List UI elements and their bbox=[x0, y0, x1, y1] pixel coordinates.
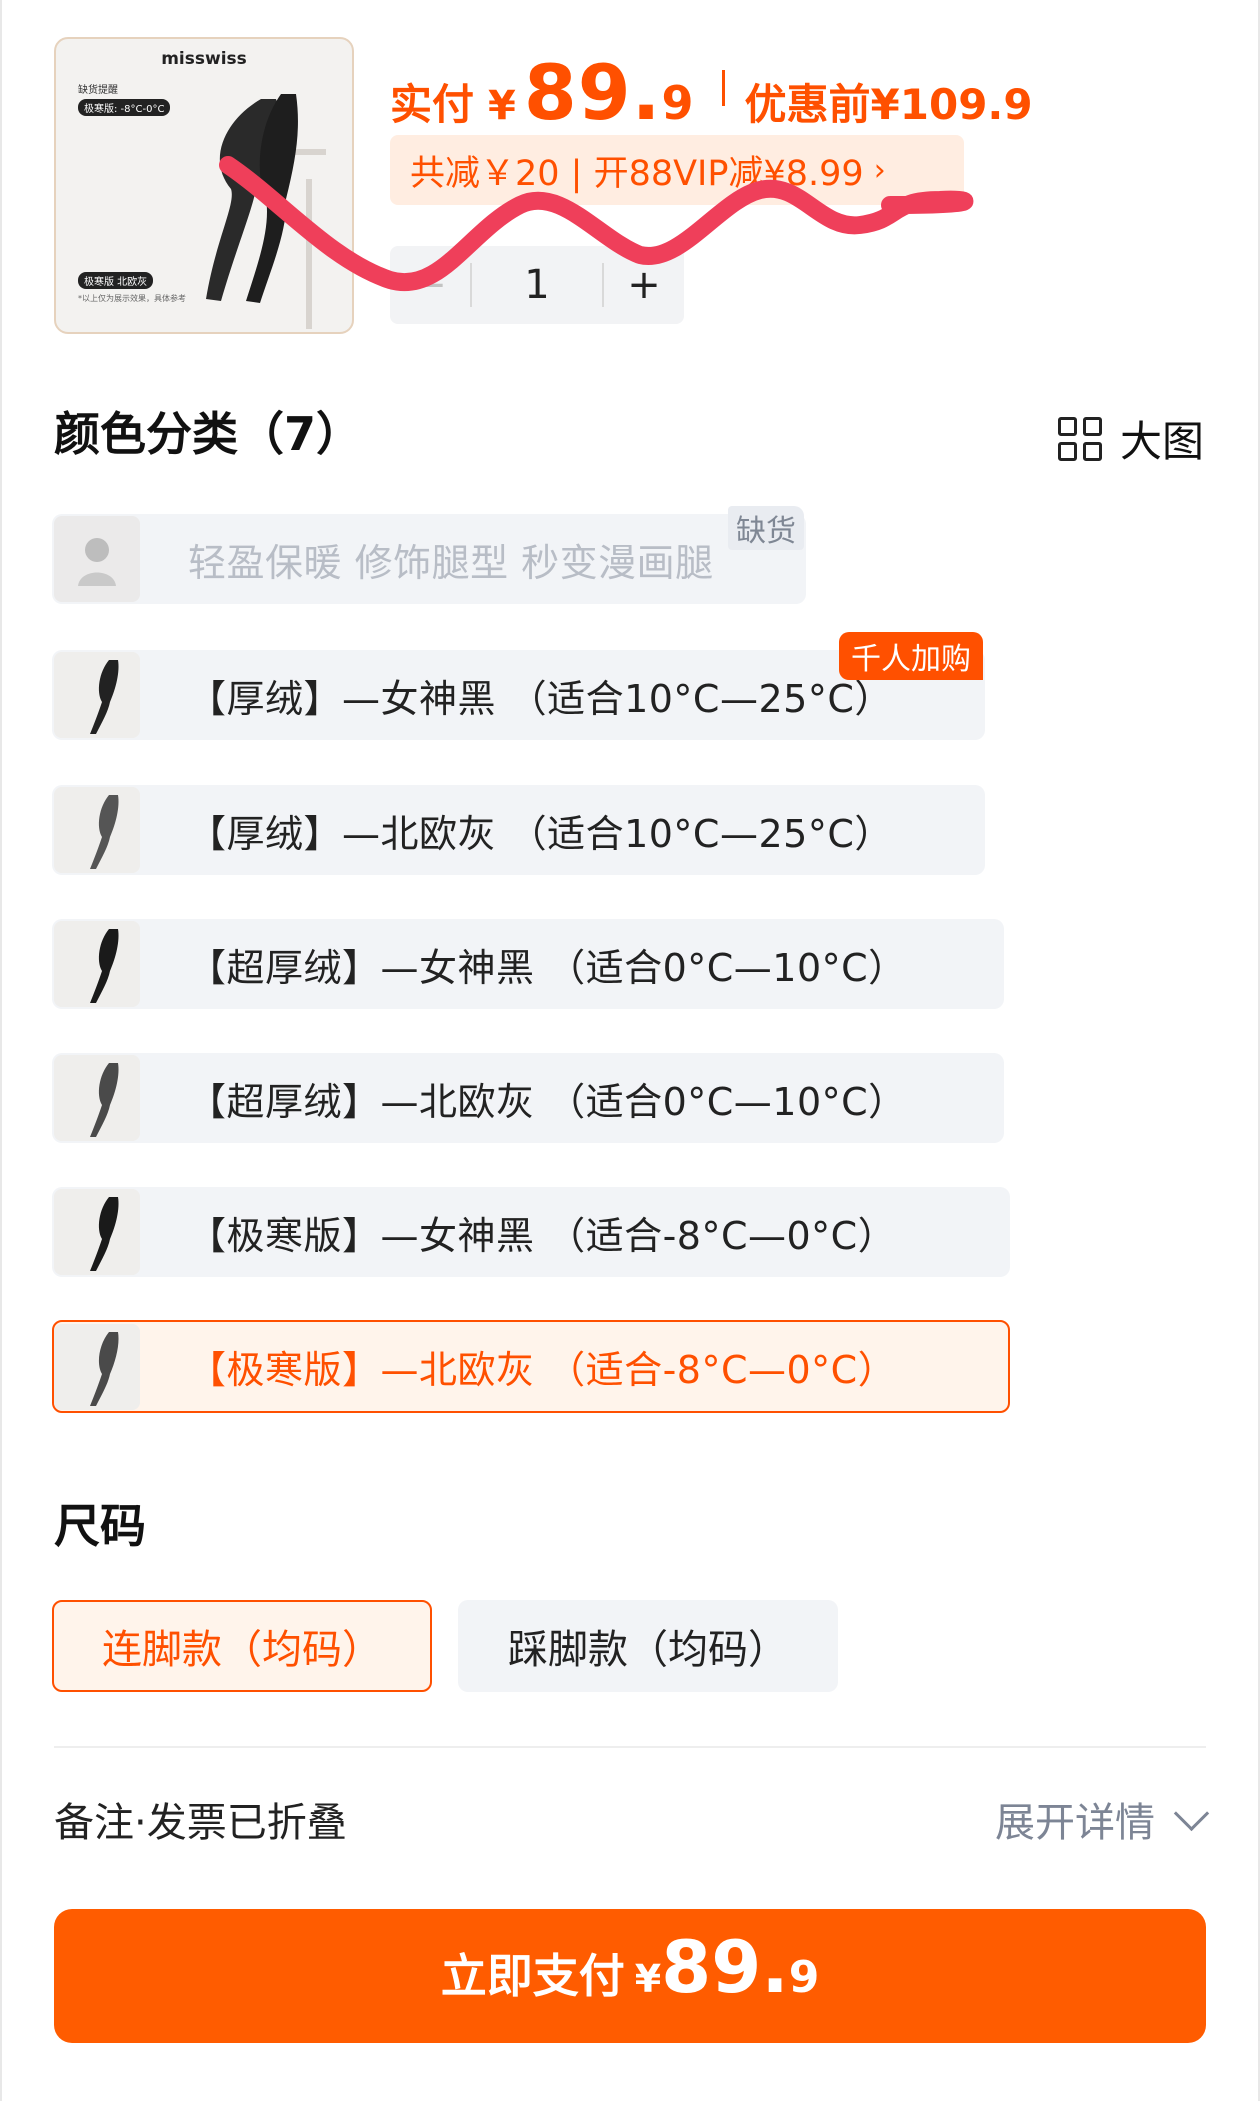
original-price: ¥109.9 bbox=[870, 80, 1033, 129]
option-label: 【超厚绒】—女神黑 （适合0°C—10°C） bbox=[188, 945, 907, 990]
option-thumbnail bbox=[54, 1323, 140, 1410]
thumb-temp-tag: 极寒版: -8°C-0°C bbox=[78, 99, 171, 116]
quantity-value[interactable]: 1 bbox=[472, 262, 602, 308]
option-label: 【超厚绒】—北欧灰 （适合0°C—10°C） bbox=[188, 1079, 907, 1124]
expand-label: 展开详情 bbox=[995, 1800, 1155, 1846]
option-label: 【厚绒】—女神黑 （适合10°C—25°C） bbox=[188, 676, 893, 721]
tights-icon bbox=[54, 1323, 140, 1410]
option-thumbnail bbox=[54, 652, 140, 738]
thumb-footnote: *以上仅为展示效果，具体参考 bbox=[78, 294, 186, 303]
brand-logo: misswiss bbox=[161, 49, 247, 69]
paid-currency: ¥ bbox=[488, 83, 516, 129]
size-option[interactable]: 踩脚款（均码） bbox=[458, 1600, 838, 1692]
pay-amount-int: 89. bbox=[661, 1925, 789, 2009]
product-thumbnail[interactable]: misswiss 缺货提醒 极寒版: -8°C-0°C 极寒版 北欧灰 *以上仅… bbox=[54, 37, 354, 334]
tights-icon bbox=[54, 787, 140, 873]
original-label: 优惠前 bbox=[744, 80, 871, 129]
size-section-title: 尺码 bbox=[54, 1499, 146, 1553]
chevron-right-icon: › bbox=[873, 152, 886, 188]
color-option[interactable]: 轻盈保暖 修饰腿型 秒变漫画腿 缺货 bbox=[52, 506, 806, 604]
pay-currency: ¥ bbox=[634, 1957, 662, 2001]
color-option-selected[interactable]: 【极寒版】—北欧灰 （适合-8°C—0°C） bbox=[52, 1320, 1010, 1413]
price-separator bbox=[721, 70, 725, 106]
option-thumbnail bbox=[54, 1055, 140, 1141]
grid-icon bbox=[1057, 416, 1102, 461]
section-divider bbox=[54, 1746, 1206, 1748]
quantity-stepper[interactable]: − 1 + bbox=[390, 246, 684, 324]
option-thumbnail bbox=[54, 1189, 140, 1275]
paid-amount-int: 89. bbox=[523, 48, 662, 137]
color-section-title: 颜色分类（7） bbox=[54, 407, 363, 461]
popular-badge: 千人加购 bbox=[839, 632, 983, 680]
increment-button[interactable]: + bbox=[604, 262, 684, 308]
option-label: 【厚绒】—北欧灰 （适合10°C—25°C） bbox=[188, 811, 893, 856]
expand-details-button[interactable]: 展开详情 bbox=[995, 1790, 1210, 1848]
discount-text: 共减￥20 | 开88VIP减¥8.99 bbox=[410, 153, 864, 194]
remark-label: 备注·发票已折叠 bbox=[54, 1800, 347, 1846]
big-image-label: 大图 bbox=[1119, 417, 1204, 466]
option-thumbnail bbox=[54, 787, 140, 873]
option-thumbnail bbox=[54, 921, 140, 1007]
color-option[interactable]: 【厚绒】—女神黑 （适合10°C—25°C） 千人加购 bbox=[52, 632, 985, 740]
tights-icon bbox=[54, 921, 140, 1007]
paid-amount-dec: 9 bbox=[661, 76, 694, 130]
decrement-button[interactable]: − bbox=[390, 262, 470, 308]
color-option[interactable]: 【厚绒】—北欧灰 （适合10°C—25°C） bbox=[52, 785, 985, 875]
option-label: 【极寒版】—北欧灰 （适合-8°C—0°C） bbox=[188, 1348, 897, 1392]
option-thumbnail bbox=[54, 516, 140, 602]
frame-edge-left bbox=[0, 0, 2, 2101]
paid-label: 实付 bbox=[390, 80, 475, 129]
person-placeholder-icon bbox=[54, 516, 140, 602]
pay-amount-dec: 9 bbox=[788, 1952, 820, 2003]
color-option[interactable]: 【极寒版】—女神黑 （适合-8°C—0°C） bbox=[52, 1187, 1010, 1277]
thumb-variant-tag: 极寒版 北欧灰 bbox=[78, 272, 154, 289]
option-label: 【极寒版】—女神黑 （适合-8°C—0°C） bbox=[188, 1213, 897, 1258]
discount-detail-button[interactable]: 共减￥20 | 开88VIP减¥8.99 › bbox=[390, 135, 964, 205]
big-image-toggle[interactable]: 大图 bbox=[1057, 408, 1204, 469]
size-option-selected[interactable]: 连脚款（均码） bbox=[52, 1600, 432, 1692]
out-of-stock-badge: 缺货 bbox=[728, 506, 804, 550]
tights-icon bbox=[54, 1055, 140, 1141]
pay-now-button[interactable]: 立即支付 ¥ 89. 9 bbox=[54, 1909, 1206, 2043]
color-option[interactable]: 【超厚绒】—女神黑 （适合0°C—10°C） bbox=[52, 919, 1004, 1009]
pay-label: 立即支付 bbox=[440, 1949, 625, 2003]
tights-icon bbox=[54, 1189, 140, 1275]
option-label: 轻盈保暖 修饰腿型 秒变漫画腿 bbox=[188, 540, 714, 585]
chevron-down-icon bbox=[1173, 1795, 1210, 1831]
price-summary: 实付 ¥ 89. 9 优惠前 ¥109.9 bbox=[390, 48, 1033, 137]
tights-icon bbox=[54, 652, 140, 738]
thumb-caption: 缺货提醒 bbox=[78, 85, 118, 96]
color-option[interactable]: 【超厚绒】—北欧灰 （适合0°C—10°C） bbox=[52, 1053, 1004, 1143]
